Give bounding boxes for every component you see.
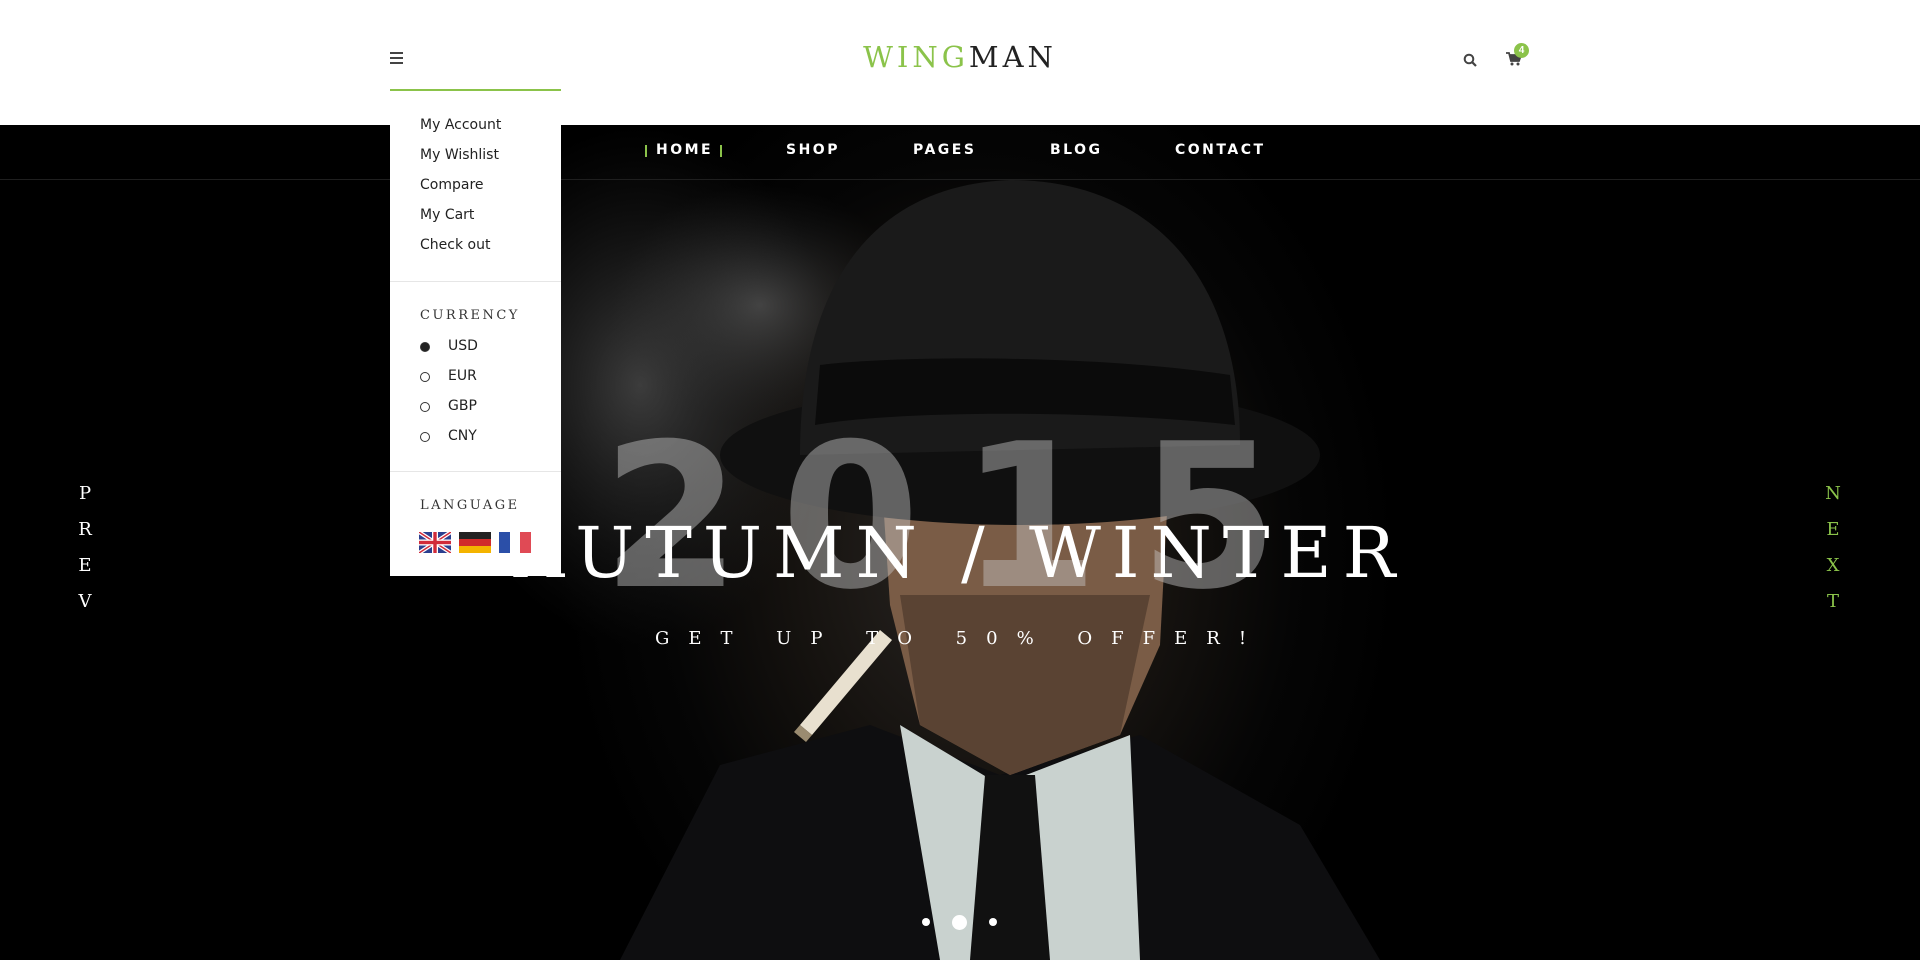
hero-headline: AUTUMN / WINTER xyxy=(513,512,1407,594)
currency-label-eur[interactable]: EUR xyxy=(448,368,477,384)
currency-radio-usd[interactable] xyxy=(420,342,430,352)
nav-home[interactable]: HOME xyxy=(644,142,723,158)
site-logo[interactable]: WINGMAN xyxy=(0,40,1920,74)
france-flag-icon[interactable] xyxy=(499,532,531,553)
prev-letter: R xyxy=(78,519,92,540)
search-icon[interactable] xyxy=(1463,53,1477,67)
account-dropdown-menu: My Account My Wishlist Compare My Cart C… xyxy=(390,91,561,576)
currency-radio-eur[interactable] xyxy=(420,372,430,382)
nav-blog[interactable]: BLOG xyxy=(1050,142,1103,158)
menu-divider xyxy=(390,281,561,282)
next-letter: E xyxy=(1826,519,1840,540)
nav-contact[interactable]: CONTACT xyxy=(1175,142,1266,158)
nav-pages[interactable]: PAGES xyxy=(913,142,976,158)
germany-flag-icon[interactable] xyxy=(459,532,491,553)
menu-link-compare[interactable]: Compare xyxy=(420,177,484,193)
menu-divider xyxy=(390,471,561,472)
prev-letter: E xyxy=(78,555,92,576)
logo-part-1: WING xyxy=(863,40,969,74)
next-letter: T xyxy=(1826,591,1839,612)
menu-link-my-wishlist[interactable]: My Wishlist xyxy=(420,147,499,163)
uk-flag-icon[interactable] xyxy=(419,532,451,553)
site-header: WINGMAN 4 xyxy=(0,0,1920,125)
currency-label-cny[interactable]: CNY xyxy=(448,428,477,444)
currency-radio-cny[interactable] xyxy=(420,432,430,442)
currency-radio-gbp[interactable] xyxy=(420,402,430,412)
prev-letter: V xyxy=(78,591,92,612)
currency-label-gbp[interactable]: GBP xyxy=(448,398,477,414)
next-letter: N xyxy=(1825,483,1841,504)
next-slide-button[interactable]: N E X T xyxy=(1821,476,1845,620)
menu-link-my-cart[interactable]: My Cart xyxy=(420,207,474,223)
slide-dot-3[interactable] xyxy=(989,918,997,926)
currency-heading: CURRENCY xyxy=(420,308,520,323)
language-heading: LANGUAGE xyxy=(420,498,520,513)
currency-label-usd[interactable]: USD xyxy=(448,338,478,354)
slide-dot-2[interactable] xyxy=(952,915,967,930)
logo-part-2: MAN xyxy=(968,40,1057,74)
slide-dot-1[interactable] xyxy=(922,918,930,926)
hero-subline: GET UP TO 50% OFFER! xyxy=(654,628,1266,649)
slider-pagination xyxy=(920,912,1000,932)
cart-count-badge: 4 xyxy=(1514,43,1529,58)
menu-link-my-account[interactable]: My Account xyxy=(420,117,501,133)
prev-slide-button[interactable]: P R E V xyxy=(73,476,97,620)
nav-shop[interactable]: SHOP xyxy=(786,142,840,158)
menu-link-check-out[interactable]: Check out xyxy=(420,237,490,253)
next-letter: X xyxy=(1826,555,1840,576)
prev-letter: P xyxy=(78,483,92,504)
